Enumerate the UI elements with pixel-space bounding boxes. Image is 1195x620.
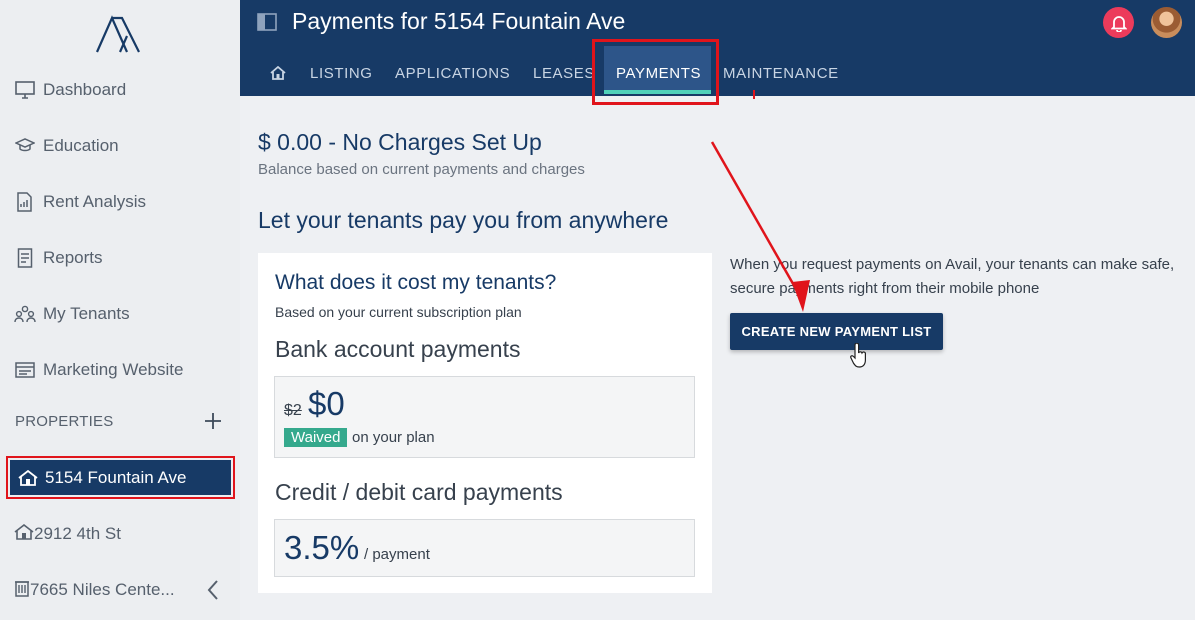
tab-applications[interactable]: APPLICATIONS: [395, 50, 510, 96]
monitor-icon: [14, 80, 36, 100]
hand-cursor-icon: [850, 343, 866, 368]
plan-note: on your plan: [352, 429, 435, 446]
people-icon: [14, 304, 36, 324]
bank-price-box: $2 $0 Waived on your plan: [274, 376, 695, 458]
sidebar-item-rent-analysis[interactable]: Rent Analysis: [14, 187, 146, 217]
cost-card-title: What does it cost my tenants?: [275, 271, 557, 294]
properties-heading: PROPERTIES: [15, 413, 114, 430]
property-item-5154-fountain-ave[interactable]: 5154 Fountain Ave: [6, 456, 235, 499]
report-document-icon: [14, 248, 36, 268]
add-property-plus-icon[interactable]: [203, 411, 223, 431]
bell-icon: [1110, 15, 1127, 32]
house-icon: [14, 523, 34, 545]
sidebar-item-label: Education: [43, 136, 119, 155]
sidebar-item-dashboard[interactable]: Dashboard: [14, 75, 126, 105]
user-avatar[interactable]: [1151, 7, 1182, 38]
cost-card-subtitle: Based on your current subscription plan: [275, 304, 522, 320]
page-title: Payments for 5154 Fountain Ave: [292, 8, 626, 34]
balance-subtitle: Balance based on current payments and ch…: [258, 161, 585, 178]
cost-card: What does it cost my tenants? Based on y…: [258, 253, 712, 593]
house-icon: [18, 469, 38, 486]
card-rate-box: 3.5% / payment: [274, 519, 695, 577]
waived-badge: Waived: [284, 428, 348, 447]
collapse-chevron-left-icon[interactable]: [205, 579, 221, 601]
balance-heading: $ 0.00 - No Charges Set Up: [258, 129, 542, 155]
tab-home[interactable]: [270, 50, 286, 96]
property-item-7665-niles-center[interactable]: 7665 Niles Cente...: [14, 575, 175, 605]
sidebar-toggle-icon[interactable]: [257, 13, 277, 31]
bank-payments-title: Bank account payments: [275, 336, 521, 362]
sidebar-item-reports[interactable]: Reports: [14, 243, 103, 273]
property-label: 5154 Fountain Ave: [45, 467, 187, 487]
sidebar-item-label: My Tenants: [43, 304, 130, 323]
sidebar-item-education[interactable]: Education: [14, 131, 119, 161]
card-rate: 3.5%: [284, 529, 360, 566]
new-price: $0: [308, 385, 345, 422]
sidebar-item-label: Marketing Website: [43, 360, 184, 379]
document-chart-icon: [14, 192, 36, 212]
annotation-arrow: [710, 90, 810, 312]
sidebar-item-my-tenants[interactable]: My Tenants: [14, 299, 130, 329]
graduation-cap-icon: [14, 136, 36, 156]
tab-leases[interactable]: LEASES: [533, 50, 595, 96]
sidebar-item-marketing-website[interactable]: Marketing Website: [14, 355, 183, 385]
old-price: $2: [284, 402, 302, 419]
sidebar-item-label: Reports: [43, 248, 103, 267]
app-logo[interactable]: [94, 14, 144, 54]
card-payments-title: Credit / debit card payments: [275, 479, 563, 505]
tab-listing[interactable]: LISTING: [310, 50, 373, 96]
section-headline: Let your tenants pay you from anywhere: [258, 207, 669, 233]
sidebar: Dashboard Education Rent Analysis Report…: [0, 0, 240, 620]
sidebar-item-label: Rent Analysis: [43, 192, 146, 211]
property-item-2912-4th-st[interactable]: 2912 4th St: [14, 519, 121, 549]
website-icon: [14, 360, 36, 380]
property-label: 2912 4th St: [34, 524, 121, 543]
card-rate-unit: / payment: [364, 546, 430, 563]
home-icon: [270, 66, 286, 80]
property-label: 7665 Niles Cente...: [30, 580, 175, 599]
notification-bell-button[interactable]: [1103, 7, 1134, 38]
sidebar-item-label: Dashboard: [43, 80, 127, 99]
building-icon: [14, 579, 30, 602]
